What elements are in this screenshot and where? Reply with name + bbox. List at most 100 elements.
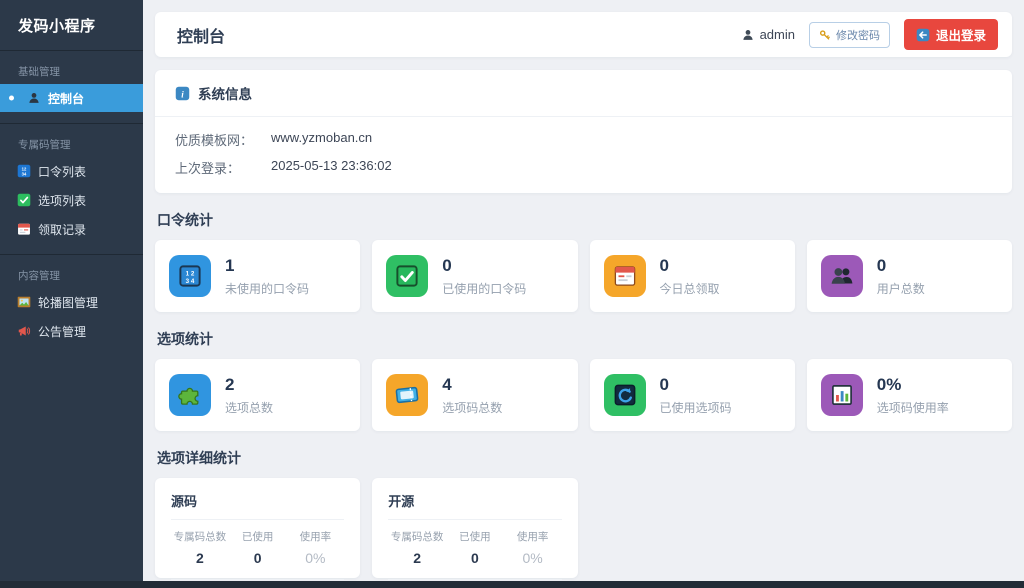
stat-value: 0 [442, 255, 452, 275]
stat-label: 用户总数 [876, 281, 925, 296]
section-title-detail-stats: 选项详细统计 [157, 450, 241, 466]
refresh-icon [603, 374, 646, 416]
stat-label: 选项总数 [225, 400, 274, 415]
sidebar-section-basic: 基础管理 [18, 66, 60, 78]
ticket-icon [386, 374, 429, 416]
stat-text: 4 选项码总数 [442, 375, 502, 416]
section-title-option-stats: 选项统计 [157, 331, 213, 347]
sidebar-item-carousel[interactable]: 轮播图管理 [0, 288, 143, 316]
sidebar-section-codes: 专属码管理 [18, 139, 71, 151]
chart-icon [820, 374, 863, 416]
detail-col: 已使用 0 [446, 529, 504, 566]
user-icon [741, 28, 755, 42]
info-icon: i [175, 86, 190, 101]
system-info-header: i 系统信息 [155, 70, 1012, 116]
info-row-site: 优质模板网： www.yzmoban.cn [175, 130, 992, 149]
divider [388, 519, 562, 520]
picture-frame-icon [17, 295, 31, 309]
detail-col: 使用率 0% [287, 529, 345, 566]
detail-card-title: 开源 [388, 494, 415, 509]
stat-label: 今日总领取 [659, 281, 720, 296]
stat-card-usage-rate: 0% 选项码使用率 [806, 359, 1012, 431]
stat-card-used-option-codes: 0 已使用选项码 [589, 359, 795, 431]
stat-value: 2 [225, 374, 235, 394]
info-label: 优质模板网： [175, 133, 254, 148]
stat-label: 已使用的口令码 [442, 281, 527, 296]
change-password-label: 修改密码 [835, 29, 880, 42]
divider [171, 519, 345, 520]
sidebar-item-label: 轮播图管理 [38, 295, 99, 310]
bottom-edge-bar [0, 581, 1024, 588]
sidebar-section-content: 内容管理 [18, 270, 60, 282]
stat-card-total-option-codes: 4 选项码总数 [372, 359, 578, 431]
detail-col-header: 专属码总数 [173, 531, 227, 543]
detail-card-source: 源码 专属码总数 2 已使用 0 使用率 0% [155, 478, 361, 580]
info-label: 上次登录： [175, 161, 241, 176]
main-content: 控制台 admin 修改密码 退出登录 i 系统信息 优质模板网： www.yz… [143, 0, 1024, 588]
detail-col-header: 使用率 [299, 531, 332, 543]
system-info-card: i 系统信息 优质模板网： www.yzmoban.cn 上次登录： 2025-… [155, 70, 1012, 193]
detail-table: 专属码总数 2 已使用 0 使用率 0% [171, 529, 344, 566]
detail-col: 使用率 0% [504, 529, 562, 566]
stat-label: 未使用的口令码 [225, 281, 310, 296]
logout-button[interactable]: 退出登录 [903, 19, 998, 50]
stat-value: 1 [225, 255, 235, 275]
detail-col-value: 2 [413, 550, 422, 566]
divider [0, 254, 143, 255]
sidebar-item-claim-records[interactable]: 领取记录 [0, 215, 143, 243]
stat-value: 0 [659, 374, 669, 394]
user-icon [27, 91, 41, 105]
page-title: 控制台 [177, 28, 226, 46]
check-icon [17, 193, 31, 207]
detail-col-header: 已使用 [459, 531, 491, 543]
sidebar-item-label: 公告管理 [38, 324, 87, 339]
info-row-last-login: 上次登录： 2025-05-13 23:36:02 [175, 158, 992, 177]
detail-card-title: 源码 [171, 494, 198, 509]
detail-col-header: 专属码总数 [390, 531, 444, 543]
detail-card-opensource: 开源 专属码总数 2 已使用 0 使用率 0% [372, 478, 578, 580]
stat-text: 0 已使用的口令码 [442, 256, 526, 297]
detail-table: 专属码总数 2 已使用 0 使用率 0% [388, 529, 561, 566]
detail-col-value: 0 [253, 550, 262, 566]
password-stats-row: 1 23 4 1 未使用的口令码 0 已使用的口令码 0 今日总领取 0 用户总… [155, 240, 1012, 312]
stat-text: 2 选项总数 [225, 375, 273, 416]
info-value: www.yzmoban.cn [271, 130, 373, 145]
sidebar-item-option-list[interactable]: 选项列表 [0, 186, 143, 214]
detail-col-value: 0% [305, 550, 326, 566]
calendar-icon [603, 255, 646, 297]
change-password-button[interactable]: 修改密码 [808, 21, 890, 48]
stat-card-total-users: 0 用户总数 [806, 240, 1012, 312]
page-header: 控制台 admin 修改密码 退出登录 [155, 12, 1012, 57]
check-icon [386, 255, 429, 297]
detail-col-value: 0% [522, 550, 543, 566]
stat-card-today-claims: 0 今日总领取 [589, 240, 795, 312]
stat-value: 0 [659, 255, 669, 275]
sidebar-item-announcements[interactable]: 公告管理 [0, 317, 143, 345]
system-info-title: 系统信息 [198, 87, 252, 102]
stat-label: 选项码使用率 [876, 400, 949, 415]
numbers-icon: 1 23 4 [169, 255, 211, 297]
svg-text:3 4: 3 4 [186, 278, 195, 285]
app-root: 发码小程序 基础管理 控制台 专属码管理 12 34 口令列表 选项列表 领取记… [0, 0, 1024, 588]
calendar-icon [17, 222, 31, 236]
stat-label: 已使用选项码 [659, 400, 732, 415]
username: admin [759, 27, 795, 42]
key-icon [819, 29, 831, 41]
users-icon [820, 255, 863, 297]
left-arrow-icon [916, 28, 930, 42]
divider [0, 50, 143, 51]
divider [0, 123, 143, 124]
detail-col-value: 0 [470, 550, 479, 566]
sidebar-item-console[interactable]: 控制台 [0, 84, 143, 112]
sidebar-item-label: 领取记录 [38, 222, 87, 237]
stat-text: 0 今日总领取 [660, 256, 720, 297]
svg-text:34: 34 [22, 172, 27, 177]
sidebar-item-label: 口令列表 [38, 164, 87, 179]
stat-card-unused-codes: 1 23 4 1 未使用的口令码 [155, 240, 361, 312]
numbers-icon: 12 34 [17, 164, 31, 178]
sidebar-item-password-list[interactable]: 12 34 口令列表 [0, 157, 143, 185]
system-info-body: 优质模板网： www.yzmoban.cn 上次登录： 2025-05-13 2… [155, 117, 1012, 193]
stat-text: 0 用户总数 [877, 256, 925, 297]
